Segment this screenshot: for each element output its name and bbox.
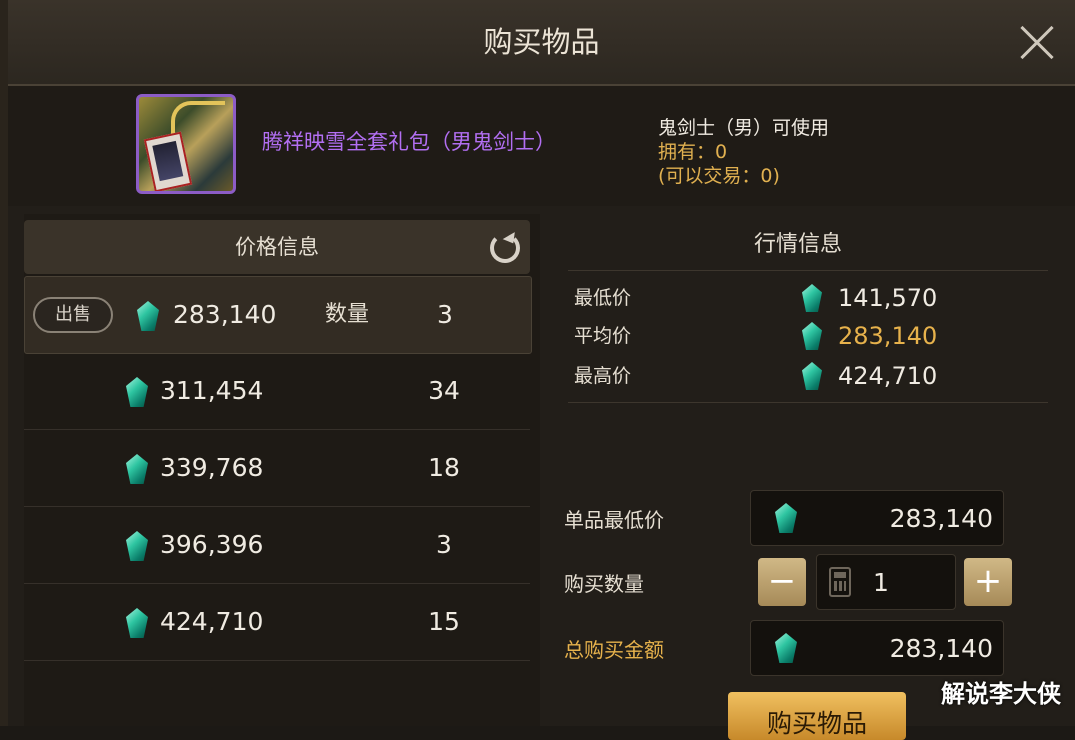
increase-button[interactable]: + xyxy=(964,558,1012,606)
avg-price-label: 平均价 xyxy=(574,325,632,347)
quantity-value: 1 xyxy=(873,568,889,597)
unit-min-price-label: 单品最低价 xyxy=(564,508,664,532)
purchase-dialog: 购买物品 腾祥映雪全套礼包（男鬼剑士） 鬼剑士（男）可使用 拥有：0 (可以交易… xyxy=(8,0,1075,740)
watermark: 解说李大侠 xyxy=(941,680,1061,708)
sell-button[interactable]: 出售 xyxy=(33,297,113,333)
listing-price: 283,140 xyxy=(173,300,277,329)
listing-qty: 3 xyxy=(436,530,452,559)
purchase-quantity-label: 购买数量 xyxy=(564,572,644,596)
listing-row[interactable]: 311,454 34 xyxy=(24,353,530,430)
market-title: 行情信息 xyxy=(753,232,842,257)
tradable-count: (可以交易：0) xyxy=(658,165,780,187)
listing-price: 424,710 xyxy=(160,607,264,636)
gem-icon xyxy=(126,608,148,638)
item-details: 鬼剑士（男）可使用 拥有：0 (可以交易：0) xyxy=(658,116,829,188)
refresh-icon[interactable] xyxy=(490,232,520,263)
market-max-row: 最高价 424,710 xyxy=(574,358,1044,394)
gem-icon xyxy=(126,454,148,484)
gem-icon xyxy=(802,322,822,350)
listing-qty: 3 xyxy=(437,300,453,329)
total-amount-value: 283,140 xyxy=(889,634,993,663)
total-amount-label: 总购买金额 xyxy=(564,638,664,662)
market-panel: 行情信息 最低价 141,570 平均价 283,140 最高价 424,710… xyxy=(548,214,1075,740)
item-thumbnail xyxy=(136,94,236,194)
listing-qty: 34 xyxy=(428,376,460,405)
min-price-value: 141,570 xyxy=(838,284,938,312)
buy-button[interactable]: 购买物品 xyxy=(728,692,906,740)
market-min-row: 最低价 141,570 xyxy=(574,280,1044,316)
item-name: 腾祥映雪全套礼包（男鬼剑士） xyxy=(262,130,556,154)
usable-by-text: 鬼剑士（男）可使用 xyxy=(658,117,830,139)
gem-icon xyxy=(775,633,797,663)
listing-qty: 15 xyxy=(428,607,460,636)
min-price-label: 最低价 xyxy=(574,287,632,309)
item-info-bar: 腾祥映雪全套礼包（男鬼剑士） 鬼剑士（男）可使用 拥有：0 (可以交易：0) xyxy=(8,86,1075,206)
decrease-button[interactable]: − xyxy=(758,558,806,606)
listing-row[interactable]: 396,396 3 xyxy=(24,507,530,584)
gem-icon xyxy=(137,301,159,331)
total-amount-field: 283,140 xyxy=(750,620,1004,676)
listing-row[interactable]: 出售 283,140 数量 3 xyxy=(24,276,532,354)
unit-min-price-field: 283,140 xyxy=(750,490,1004,546)
quantity-input[interactable]: 1 xyxy=(816,554,956,610)
listing-row[interactable]: 339,768 18 xyxy=(24,430,530,507)
max-price-label: 最高价 xyxy=(574,365,632,387)
close-icon[interactable] xyxy=(1019,24,1055,60)
avg-price-value: 283,140 xyxy=(838,322,938,350)
listing-price: 396,396 xyxy=(160,530,264,559)
listing-qty: 18 xyxy=(428,453,460,482)
gem-icon xyxy=(126,377,148,407)
gem-icon xyxy=(126,531,148,561)
gem-icon xyxy=(775,503,797,533)
owned-count: 拥有：0 xyxy=(658,141,728,163)
gem-icon xyxy=(802,362,822,390)
price-info-title: 价格信息 xyxy=(235,235,319,259)
buy-button-label: 购买物品 xyxy=(766,709,867,738)
listing-price: 339,768 xyxy=(160,453,264,482)
divider xyxy=(568,402,1048,403)
price-info-header: 价格信息 xyxy=(24,220,530,274)
price-info-panel: 价格信息 出售 283,140 数量 3 311,454 34 339,768 … xyxy=(24,214,540,726)
listing-price: 311,454 xyxy=(160,376,264,405)
listing-row[interactable]: 424,710 15 xyxy=(24,584,530,661)
dialog-header: 购买物品 xyxy=(8,0,1075,86)
dialog-title: 购买物品 xyxy=(483,25,600,59)
market-avg-row: 平均价 283,140 xyxy=(574,318,1044,354)
max-price-value: 424,710 xyxy=(838,362,938,390)
quantity-label: 数量 xyxy=(325,302,370,327)
calculator-icon[interactable] xyxy=(829,567,851,597)
unit-min-price-value: 283,140 xyxy=(889,504,993,533)
divider xyxy=(568,270,1048,271)
gem-icon xyxy=(802,284,822,312)
